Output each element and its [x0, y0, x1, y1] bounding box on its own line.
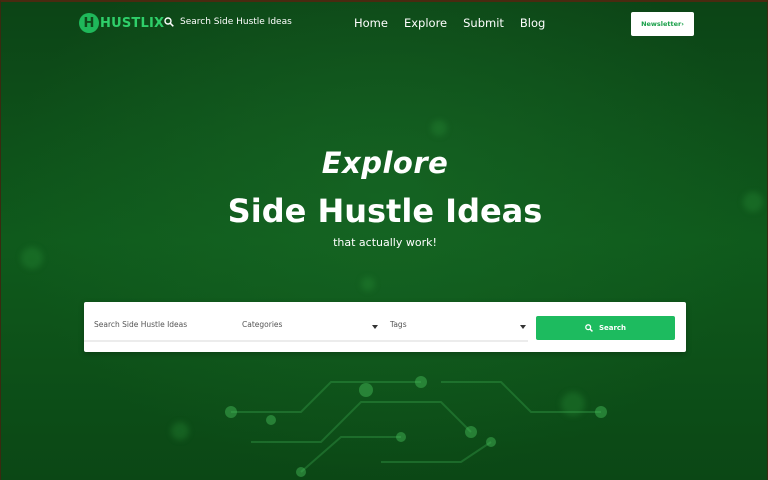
main-menu: Home Explore Submit Blog	[354, 16, 545, 30]
menu-item-submit[interactable]: Submit	[463, 16, 504, 30]
search-button[interactable]: Search	[536, 316, 675, 340]
keyword-search-input[interactable]: Search Side Hustle Ideas	[84, 314, 232, 342]
menu-item-blog[interactable]: Blog	[520, 16, 545, 30]
tags-select[interactable]: Tags	[380, 314, 528, 342]
hero-kicker: Explore	[321, 146, 449, 180]
search-button-label: Search	[598, 324, 627, 332]
search-panel: Search Side Hustle Ideas Categories Tags…	[84, 302, 686, 352]
nav-search-label: Search Side Hustle Ideas	[180, 17, 292, 27]
chevron-down-icon	[520, 325, 526, 329]
categories-select[interactable]: Categories	[232, 314, 380, 342]
logo[interactable]: H HUSTLIX	[79, 13, 164, 33]
keyword-search-placeholder: Search Side Hustle Ideas	[94, 320, 188, 329]
circuit-pattern	[225, 376, 607, 477]
chevron-down-icon	[372, 325, 378, 329]
menu-item-home[interactable]: Home	[354, 16, 388, 30]
menu-item-explore[interactable]: Explore	[404, 16, 447, 30]
nav-search[interactable]: Search Side Hustle Ideas	[164, 17, 292, 27]
background-bokeh	[361, 277, 375, 291]
search-icon	[585, 324, 593, 332]
top-navbar: H HUSTLIX Search Side Hustle Ideas Home …	[1, 2, 767, 46]
logo-text: HUSTLIX	[100, 15, 165, 31]
background-bokeh	[431, 120, 447, 136]
categories-select-label: Categories	[242, 320, 283, 329]
background-bokeh	[21, 247, 43, 269]
page-background: H HUSTLIX Search Side Hustle Ideas Home …	[0, 0, 768, 480]
tags-select-label: Tags	[390, 320, 407, 329]
newsletter-button[interactable]: Newsletter›	[631, 12, 694, 36]
search-icon	[164, 17, 174, 27]
hero-subtitle: that actually work!	[333, 236, 437, 249]
logo-mark-icon: H	[79, 13, 99, 33]
hero-title: Side Hustle Ideas	[227, 192, 543, 230]
